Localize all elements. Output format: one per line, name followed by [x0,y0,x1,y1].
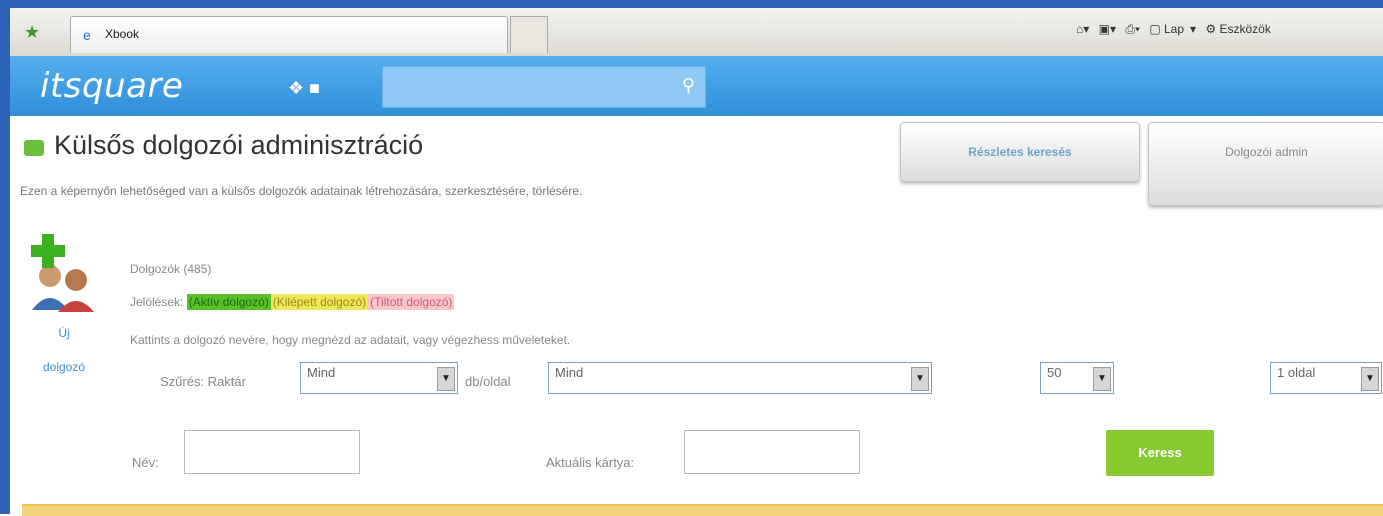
card-label: Aktuális kártya: [546,455,635,470]
site-logo[interactable]: itsquare [40,66,183,106]
browser-tab-bar: ★ e Xbook ⌂▾ ▣▾ ⎙▾ ▢ Lap ▾ ⚙ Eszközök [10,8,1383,57]
page-select[interactable]: 1 oldal ▼ [1270,362,1382,394]
legend-banned: (Tiltott dolgozó) [368,294,455,310]
chevron-down-icon[interactable]: ▼ [1361,367,1379,391]
page-description: Ezen a képernyőn lehetőséged van a külső… [20,184,583,198]
new-tab-button[interactable] [510,16,548,53]
per-page-label: db/oldal [465,374,511,389]
home-icon[interactable]: ⌂▾ [1076,22,1089,36]
legend-active: (Aktív dolgozó) [186,294,271,310]
browser-tab[interactable]: e Xbook [70,16,508,53]
second-select-value: Mind [555,365,584,380]
legend-left: (Kilépett dolgozó) [270,294,369,310]
detailed-search-button[interactable]: Részletes keresés [900,122,1140,182]
second-select[interactable]: Mind ▼ [548,362,932,394]
name-input[interactable] [184,430,360,474]
new-worker-label-1: Új [58,326,70,340]
feeds-icon[interactable]: ▣▾ [1099,22,1116,36]
legend: Jelölések: (Aktív dolgozó) (Kilépett dolg… [130,294,455,310]
refresh-icon[interactable]: ❖ [288,78,304,98]
page-menu-label: Lap [1164,22,1185,36]
browser-tab-title: Xbook [105,27,140,41]
print-icon[interactable]: ⎙▾ [1125,22,1140,36]
new-worker-button[interactable]: Új dolgozó [24,232,104,392]
header-icons: ❖ ■ [288,78,320,99]
browser-command-bar: ⌂▾ ▣▾ ⎙▾ ▢ Lap ▾ ⚙ Eszközök [1076,22,1283,44]
search-button[interactable]: Keress [1106,430,1214,476]
warehouse-select[interactable]: Mind ▼ [300,362,458,394]
tools-menu-label: Eszközök [1219,22,1271,36]
legend-label: Jelölések: [130,295,184,309]
favorites-star-icon[interactable]: ★ [24,22,44,42]
worker-count: Dolgozók (485) [130,262,212,276]
ie-page-icon: e [83,27,91,43]
chevron-down-icon[interactable]: ▼ [437,367,455,391]
header-search-box[interactable]: ⚲ [382,66,706,108]
chat-icon [24,140,44,156]
hint-text: Kattints a dolgozó nevére, hogy megnézd … [130,333,571,347]
card-input[interactable] [684,430,860,474]
site-header: itsquare ❖ ■ ⚲ [10,56,1383,116]
page-select-value: 1 oldal [1277,365,1316,380]
window-frame-left [0,0,10,514]
per-page-value: 50 [1047,365,1062,380]
window-frame-top [0,0,1383,8]
new-worker-label-2: dolgozó [42,360,86,374]
chevron-down-icon[interactable]: ▼ [1093,367,1111,391]
per-page-select[interactable]: 50 ▼ [1040,362,1114,394]
worker-admin-tab[interactable]: Dolgozói admin [1148,122,1383,206]
filter-label: Szűrés: Raktár [160,374,246,389]
chevron-down-icon[interactable]: ▼ [911,367,929,391]
page-title: Külsős dolgozói adminisztráció [54,130,424,160]
page-menu[interactable]: ▢ Lap ▾ [1149,22,1196,36]
search-icon[interactable]: ⚲ [682,75,695,96]
results-divider [22,504,1383,516]
add-user-icon [31,234,94,312]
bookmark-icon[interactable]: ■ [309,78,320,98]
name-label: Név: [132,455,159,470]
tools-menu[interactable]: ⚙ Eszközök [1205,22,1276,36]
warehouse-select-value: Mind [307,365,336,380]
